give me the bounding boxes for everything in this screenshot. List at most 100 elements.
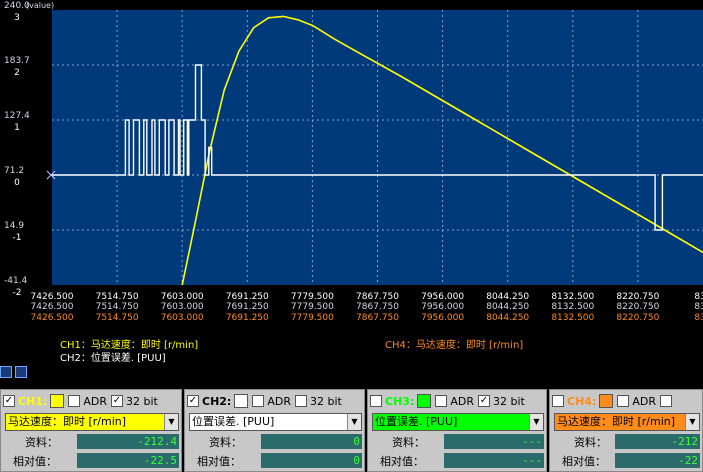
value-unit-label: (value) — [26, 1, 54, 10]
x-tick-label: 7514.750 — [96, 292, 139, 302]
adr-label: ADR — [450, 394, 474, 408]
x-tick-label-2: 7514.750 — [96, 302, 139, 312]
view-toggle-button-1[interactable] — [0, 366, 12, 378]
channel-select-value: 位置误差. [PUU] — [375, 415, 458, 428]
y-left-tick-label: 127.4 — [4, 111, 30, 121]
x-tick-label-2: 7867.750 — [356, 302, 399, 312]
relative-value: -22.5 — [77, 453, 179, 468]
relative-label: 相对值： — [562, 455, 606, 468]
channel-select-value: 马达速度：即时 [r/min] — [8, 415, 127, 428]
adr-label: ADR — [267, 394, 291, 408]
bit32-label: 32 bit — [492, 394, 525, 408]
x-tick-label: 8220.750 — [616, 292, 659, 302]
relative-label: 相对值： — [380, 455, 424, 468]
data-label: 资料： — [209, 436, 242, 449]
channel-panel-2: ✓ CH2: ADR 32 bit 位置误差. [PUU] ▼ 资料： 0 相对… — [184, 389, 365, 472]
channel-select[interactable]: 位置误差. [PUU] ▼ — [189, 413, 362, 431]
x-tick-label-2: 8132.500 — [551, 302, 594, 312]
y-right-tick-label: 1 — [14, 123, 20, 133]
chevron-down-icon[interactable]: ▼ — [347, 414, 361, 430]
data-value: -212.4 — [77, 434, 179, 449]
adr-checkbox[interactable] — [252, 395, 265, 407]
x-tick-label-3: 7867.750 — [356, 313, 399, 323]
x-tick-label-2: 8220.750 — [616, 302, 659, 312]
x-tick-label: 7603.000 — [161, 292, 204, 302]
channel-enable-checkbox[interactable]: ✓ — [3, 395, 15, 407]
relative-label: 相对值： — [197, 455, 241, 468]
data-label: 资料： — [574, 436, 607, 449]
legend-ch2: CH2：位置误差. [PUU] — [60, 353, 166, 364]
data-value: 0 — [261, 434, 362, 449]
x-tick-label-3: 8220.750 — [616, 313, 659, 323]
bit32-checkbox[interactable]: ✓ — [110, 395, 123, 407]
chevron-down-icon[interactable]: ▼ — [164, 414, 178, 430]
adr-checkbox[interactable] — [617, 395, 630, 407]
channel-label: CH2: — [202, 394, 232, 408]
x-tick-label-3: 830 — [694, 313, 703, 323]
data-label: 资料： — [392, 436, 425, 449]
x-tick-label-2: 7603.000 — [161, 302, 204, 312]
channel-color-swatch[interactable] — [417, 394, 432, 408]
scope-chart: 240.03183.72127.4171.2014.9-1-41.4-2(val… — [4, 1, 703, 323]
channel-select[interactable]: 马达速度：即时 [r/min] ▼ — [5, 413, 179, 431]
scope-window: 240.0 3 183.7 2 127.4 1 71.2 0 14.9 -1 -41.4 -2 (val… — [0, 0, 703, 472]
y-right-tick-label: 2 — [14, 68, 20, 78]
view-toggle-button-2[interactable] — [15, 366, 27, 378]
relative-value: --- — [444, 453, 544, 468]
bit32-label: 32 bit — [125, 394, 158, 408]
channel-label: CH3: — [385, 394, 415, 408]
x-tick-label-2: 7779.500 — [291, 302, 334, 312]
x-tick-label-3: 7691.250 — [226, 313, 269, 323]
panel-header: CH4: ADR — [552, 392, 700, 410]
x-tick-label-3: 8132.500 — [551, 313, 594, 323]
channel-select[interactable]: 位置误差. [PUU] ▼ — [372, 413, 544, 431]
channel-label: CH1: — [18, 394, 48, 408]
relative-value: 0 — [261, 453, 362, 468]
x-tick-label: 7779.500 — [291, 292, 334, 302]
channel-color-swatch[interactable] — [50, 394, 65, 408]
channel-panel-4: CH4: ADR 马达速度：即时 [r/min] ▼ 资料： -212 相对值：… — [549, 389, 703, 472]
x-tick-label-2: 7426.500 — [31, 302, 74, 312]
y-left-tick-label: 14.9 — [4, 221, 24, 231]
y-left-tick-label: -41.4 — [4, 276, 28, 286]
y-right-tick-label: -1 — [13, 233, 22, 243]
x-tick-label: 8044.250 — [486, 292, 529, 302]
channel-select[interactable]: 马达速度：即时 [r/min] ▼ — [554, 413, 700, 431]
channel-enable-checkbox[interactable]: ✓ — [187, 395, 199, 407]
channel-color-swatch[interactable] — [234, 394, 249, 408]
x-tick-label-3: 8044.250 — [486, 313, 529, 323]
channel-enable-checkbox[interactable] — [552, 395, 564, 407]
x-tick-label: 7867.750 — [356, 292, 399, 302]
x-tick-label-2: 7691.250 — [226, 302, 269, 312]
y-right-tick-label: -2 — [13, 288, 22, 298]
legend-ch4: CH4：马达速度：即时 [r/min] — [385, 340, 524, 351]
bit32-checkbox[interactable] — [659, 395, 672, 407]
adr-label: ADR — [83, 394, 107, 408]
panel-header: ✓ CH1: ADR ✓ 32 bit — [3, 392, 179, 410]
channel-select-value: 马达速度：即时 [r/min] — [557, 415, 676, 428]
x-tick-label: 8132.500 — [551, 292, 594, 302]
x-tick-label-3: 7779.500 — [291, 313, 334, 323]
y-right-tick-label: 0 — [14, 178, 20, 188]
adr-checkbox[interactable] — [435, 395, 448, 407]
x-tick-label-3: 7514.750 — [96, 313, 139, 323]
x-tick-label-2: 830 — [694, 302, 703, 312]
data-value: -212 — [615, 434, 700, 449]
x-tick-label-2: 7956.000 — [421, 302, 464, 312]
x-tick-label-3: 7956.000 — [421, 313, 464, 323]
x-tick-label: 830 — [694, 292, 703, 302]
channel-panel-3: CH3: ADR ✓ 32 bit 位置误差. [PUU] ▼ 资料： --- … — [367, 389, 547, 472]
channel-color-swatch[interactable] — [599, 394, 614, 408]
channel-panel-1: ✓ CH1: ADR ✓ 32 bit 马达速度：即时 [r/min] ▼ 资料… — [0, 389, 182, 472]
channel-select-value: 位置误差. [PUU] — [192, 415, 275, 428]
y-left-tick-label: 71.2 — [4, 166, 24, 176]
bit32-checkbox[interactable]: ✓ — [477, 395, 490, 407]
chevron-down-icon[interactable]: ▼ — [685, 414, 699, 430]
x-tick-label: 7691.250 — [226, 292, 269, 302]
channel-label: CH4: — [567, 394, 597, 408]
bit32-checkbox[interactable] — [294, 395, 307, 407]
y-right-tick-label: 3 — [14, 13, 20, 23]
adr-checkbox[interactable] — [68, 395, 81, 407]
channel-enable-checkbox[interactable] — [370, 395, 382, 407]
chevron-down-icon[interactable]: ▼ — [529, 414, 543, 430]
